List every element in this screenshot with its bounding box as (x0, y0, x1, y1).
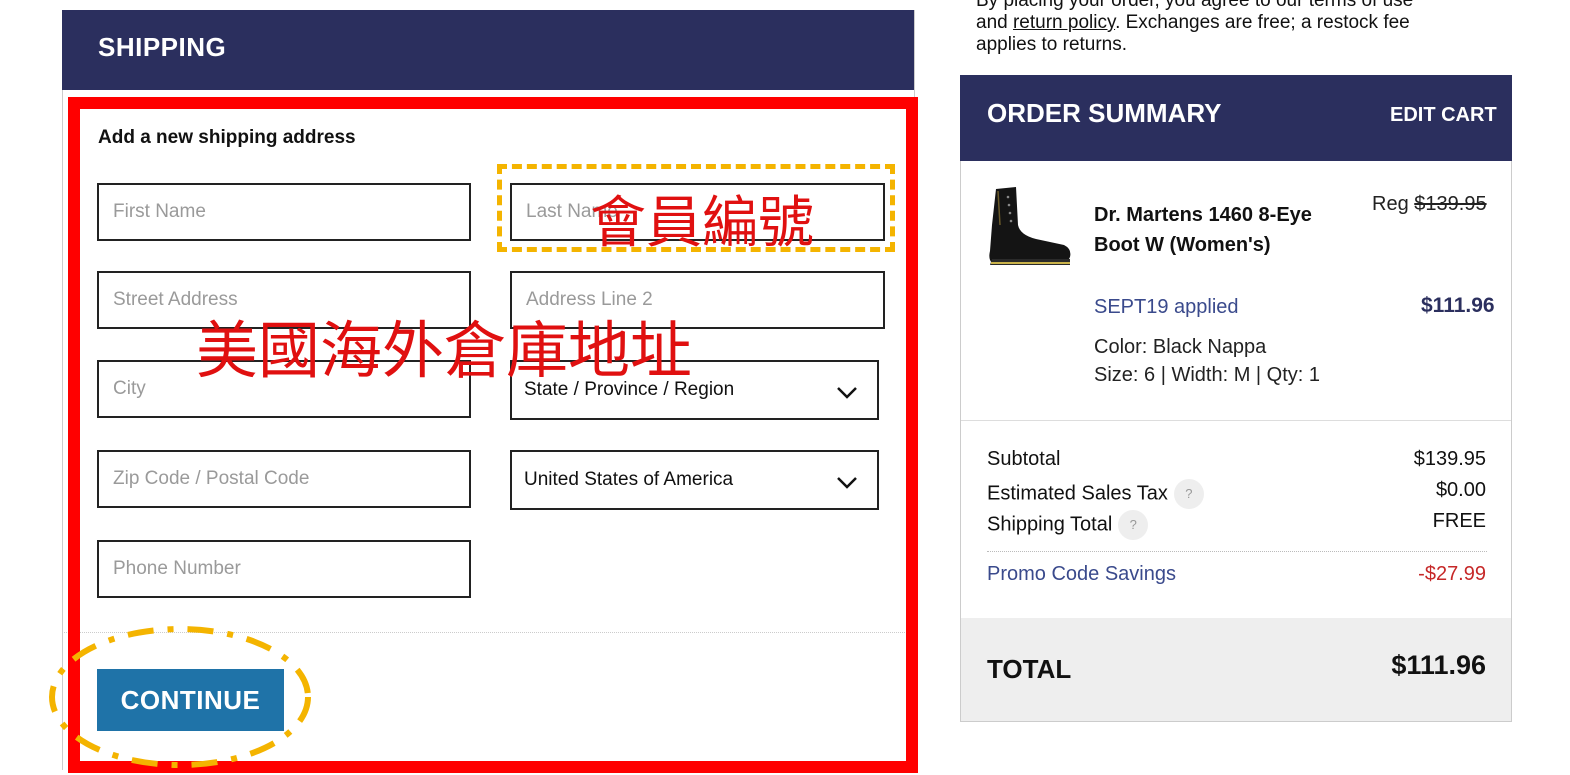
regular-price-label: Reg (1372, 193, 1409, 215)
tax-value: $0.00 (1435, 479, 1486, 501)
product-size: Size: 6 | Width: M | Qty: 1 (1094, 364, 1321, 386)
promo-divider (987, 551, 1487, 552)
policy-line-1: By placing your order, you agree to our … (976, 0, 1414, 11)
promo-applied-text: SEPT19 applied (1094, 296, 1239, 318)
shipping-total-value: FREE (1432, 510, 1486, 532)
tax-label: Estimated Sales Tax (987, 482, 1168, 505)
product-color: Color: Black Nappa (1094, 336, 1267, 358)
warehouse-address-annotation: 美國海外倉庫地址 (196, 314, 693, 387)
return-policy-link[interactable]: return policy (1013, 12, 1115, 33)
policy-line-2a: and (976, 12, 1013, 33)
subtotal-value: $139.95 (1413, 448, 1486, 470)
shipping-row: Shipping Total? (987, 510, 1149, 540)
policy-line-2b: . Exchanges are free; a restock fee (1115, 12, 1410, 33)
help-icon[interactable]: ? (1173, 479, 1204, 509)
summary-divider (961, 420, 1511, 421)
edit-cart-link[interactable]: EDIT CART (1390, 104, 1497, 127)
shipping-total-label: Shipping Total (987, 513, 1113, 536)
promo-savings-value: -$27.99 (1418, 563, 1486, 585)
help-icon[interactable]: ? (1118, 510, 1149, 540)
promo-savings-label: Promo Code Savings (987, 563, 1176, 585)
sale-price: $111.96 (1421, 294, 1495, 317)
regular-price-value: $139.95 (1414, 193, 1487, 215)
order-summary-title: ORDER SUMMARY (987, 98, 1222, 128)
boot-product-image (989, 187, 1071, 265)
shipping-title: SHIPPING (98, 32, 227, 62)
policy-line-3: applies to returns. (976, 34, 1128, 55)
total-value: $111.96 (1391, 650, 1486, 680)
tax-row: Estimated Sales Tax? (987, 479, 1204, 509)
regular-price: Reg $139.95 (1372, 193, 1487, 216)
member-number-annotation: 會員編號 (590, 191, 814, 256)
product-name[interactable]: Dr. Martens 1460 8-Eye Boot W (Women's) (1094, 200, 1334, 260)
policy-text: By placing your order, you agree to our … (976, 0, 1496, 56)
orange-dashed-ellipse (49, 626, 311, 768)
total-label: TOTAL (987, 654, 1072, 684)
subtotal-label: Subtotal (987, 448, 1061, 470)
